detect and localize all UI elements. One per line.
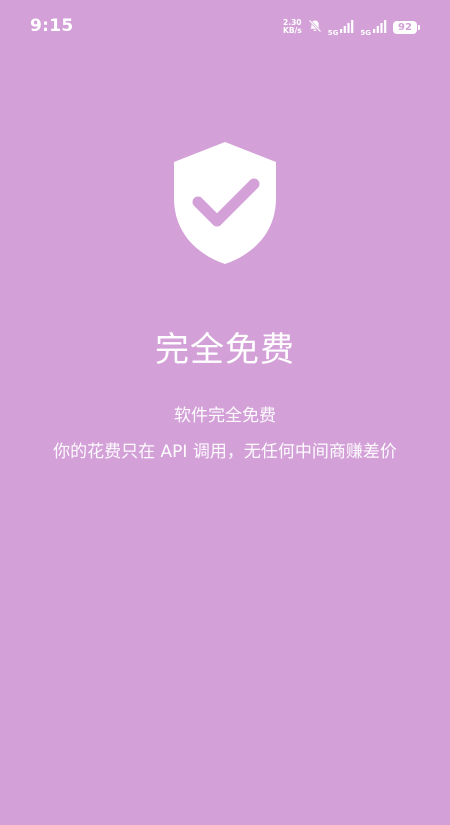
sim2-network-type: 5G bbox=[360, 28, 371, 37]
page-title: 完全免费 bbox=[155, 330, 295, 370]
description: 软件完全免费 你的花费只在 API 调用，无任何中间商赚差价 bbox=[50, 398, 400, 470]
battery-level: 92 bbox=[393, 20, 417, 34]
notifications-off-icon bbox=[308, 18, 322, 37]
signal-icon bbox=[340, 18, 354, 37]
sim2-signal: 5G bbox=[360, 18, 387, 37]
shield-check-icon bbox=[172, 140, 278, 266]
sim1-network-type: 5G bbox=[327, 28, 339, 37]
description-line-2: 你的花费只在 API 调用，无任何中间商赚差价 bbox=[53, 442, 397, 462]
battery-cap bbox=[418, 24, 420, 30]
battery-icon: 92 bbox=[393, 20, 420, 34]
status-icons: 2.30 KB/s 5G 5G 92 bbox=[283, 16, 420, 38]
network-speed-unit: KB/s bbox=[283, 26, 302, 35]
signal-icon bbox=[373, 18, 387, 37]
network-speed: 2.30 KB/s bbox=[283, 19, 302, 35]
status-bar: 9:15 2.30 KB/s 5G 5G 92 bbox=[0, 0, 450, 54]
status-time: 9:15 bbox=[30, 16, 74, 36]
sim1-signal: 5G bbox=[328, 18, 355, 37]
description-line-1: 软件完全免费 bbox=[174, 406, 276, 426]
